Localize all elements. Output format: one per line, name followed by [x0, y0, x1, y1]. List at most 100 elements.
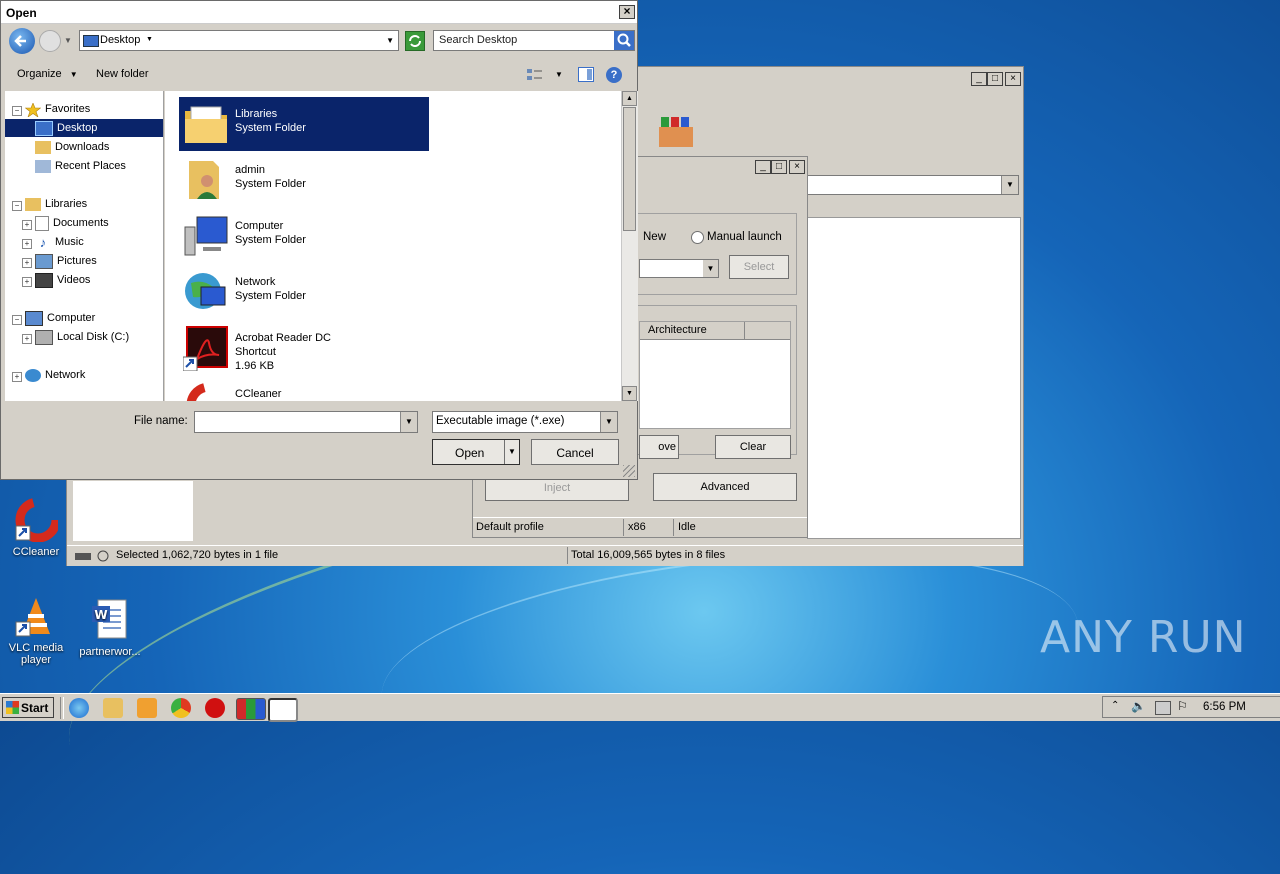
forward-button[interactable] — [39, 30, 61, 52]
expand-icon[interactable]: + — [22, 239, 32, 249]
clear-button[interactable]: Clear — [715, 435, 791, 459]
view-dropdown-icon[interactable]: ▼ — [555, 70, 563, 79]
open-dropdown-icon[interactable]: ▼ — [504, 440, 519, 464]
radio-manual-launch[interactable] — [691, 231, 704, 244]
tree-music[interactable]: ♪ Music — [35, 233, 84, 251]
start-button[interactable]: Start — [2, 697, 54, 718]
new-folder-button[interactable]: New folder — [96, 68, 149, 80]
refresh-icon[interactable] — [405, 31, 425, 51]
tree-libraries[interactable]: Libraries — [25, 195, 87, 213]
view-options-icon[interactable] — [527, 68, 543, 82]
collapse-icon[interactable]: − — [12, 106, 22, 116]
file-item-ccleaner[interactable]: CCleanerShortcut — [179, 377, 429, 401]
tree-favorites[interactable]: Favorites — [24, 100, 90, 118]
column-architecture[interactable]: Architecture — [648, 324, 707, 336]
resize-grip-icon[interactable] — [623, 465, 635, 477]
action-center-flag-icon[interactable]: ⚐ — [1177, 699, 1188, 713]
file-item-admin[interactable]: admin System Folder — [179, 153, 429, 207]
opera-icon[interactable] — [205, 698, 225, 718]
app-list-pane[interactable] — [807, 217, 1021, 539]
expand-icon[interactable]: + — [12, 372, 22, 382]
radio-manual-label[interactable]: Manual launch — [707, 231, 782, 243]
close-button[interactable]: × — [1005, 72, 1021, 86]
desktop-icon-ccleaner[interactable]: CCleaner — [0, 497, 72, 558]
libraries-folder-icon — [183, 101, 229, 147]
process-dropdown[interactable]: ▼ — [639, 259, 719, 278]
open-button[interactable]: Open ▼ — [432, 439, 520, 465]
desktop-icon — [35, 120, 53, 136]
select-button[interactable]: Select — [729, 255, 789, 279]
maximize-button[interactable]: □ — [987, 72, 1003, 86]
tree-desktop[interactable]: Desktop — [5, 119, 163, 137]
history-dropdown-icon[interactable]: ▼ — [64, 36, 72, 45]
file-type-filter[interactable]: Executable image (*.exe) ▼ — [432, 411, 618, 433]
media-player-icon[interactable] — [137, 698, 157, 718]
expand-icon[interactable]: + — [22, 334, 32, 344]
tree-local-disk[interactable]: Local Disk (C:) — [35, 328, 129, 346]
expand-icon[interactable]: + — [22, 258, 32, 268]
file-list[interactable]: Libraries System Folder admin System Folde… — [165, 91, 623, 401]
active-app-icon[interactable] — [268, 698, 298, 722]
file-item-network[interactable]: Network System Folder — [179, 265, 429, 319]
cancel-button[interactable]: Cancel — [531, 439, 619, 465]
filter-dropdown-icon[interactable]: ▼ — [600, 412, 617, 432]
tree-downloads[interactable]: Downloads — [35, 138, 109, 156]
file-explorer-icon[interactable] — [103, 698, 123, 718]
tree-computer[interactable]: Computer — [25, 309, 95, 327]
preview-pane-icon[interactable] — [578, 67, 594, 82]
tree-documents[interactable]: Documents — [35, 214, 109, 232]
status-arch: x86 — [628, 521, 646, 533]
filename-input[interactable]: ▼ — [194, 411, 418, 433]
filename-dropdown-icon[interactable]: ▼ — [400, 412, 417, 432]
breadcrumb-arrow-icon[interactable]: ▼ — [146, 36, 153, 43]
expand-icon[interactable]: + — [22, 220, 32, 230]
tree-pictures[interactable]: Pictures — [35, 252, 97, 270]
internet-explorer-icon[interactable] — [69, 698, 89, 718]
dialog-titlebar[interactable]: Open × — [1, 1, 637, 24]
navigation-pane[interactable]: − Favorites Desktop Downloads Recent Pla… — [5, 91, 164, 401]
help-icon[interactable]: ? — [606, 67, 622, 83]
app-toolbar-icon[interactable] — [657, 115, 695, 149]
network-tray-icon[interactable] — [1155, 701, 1171, 715]
remove-button[interactable]: ove — [639, 435, 679, 459]
advanced-button[interactable]: Advanced — [653, 473, 797, 501]
file-item-acrobat[interactable]: Acrobat Reader DC Shortcut 1.96 KB — [179, 321, 429, 375]
volume-icon[interactable]: 🔈 — [1131, 699, 1146, 713]
scroll-down-arrow-icon[interactable]: ▼ — [622, 386, 637, 401]
minimize-button[interactable]: _ — [755, 160, 771, 174]
tree-recent-places[interactable]: Recent Places — [35, 157, 126, 175]
file-list-scrollbar[interactable]: ▲ ▼ — [621, 91, 638, 401]
desktop-icon-vlc[interactable]: VLC media player — [0, 594, 72, 666]
minimize-button[interactable]: _ — [971, 72, 987, 86]
app-dropdown[interactable]: ▼ — [807, 175, 1019, 195]
file-item-computer[interactable]: Computer System Folder — [179, 209, 429, 263]
close-button[interactable]: × — [789, 160, 805, 174]
back-button[interactable] — [9, 28, 35, 54]
system-tray: ⌃ 🔈 ⚐ 6:56 PM — [1102, 696, 1280, 718]
radio-new-label[interactable]: New — [643, 231, 666, 243]
user-folder-icon — [183, 157, 229, 203]
organize-button[interactable]: Organize ▼ — [17, 68, 78, 80]
chrome-icon[interactable] — [171, 698, 191, 718]
winrar-icon[interactable] — [236, 698, 266, 720]
address-location[interactable]: Desktop — [100, 34, 140, 46]
collapse-icon[interactable]: − — [12, 315, 22, 325]
organize-label: Organize — [17, 68, 62, 80]
scroll-thumb[interactable] — [623, 107, 636, 231]
clock[interactable]: 6:56 PM — [1203, 701, 1246, 713]
close-button[interactable]: × — [619, 5, 635, 19]
show-hidden-icons-icon[interactable]: ⌃ — [1111, 700, 1119, 711]
maximize-button[interactable]: □ — [771, 160, 787, 174]
tree-network[interactable]: Network — [25, 366, 85, 384]
address-dropdown-icon[interactable]: ▼ — [386, 36, 394, 45]
file-item-libraries[interactable]: Libraries System Folder — [179, 97, 429, 151]
collapse-icon[interactable]: − — [12, 201, 22, 211]
address-bar[interactable]: Desktop ▼ ▼ — [79, 30, 399, 51]
tree-videos[interactable]: Videos — [35, 271, 90, 289]
search-icon[interactable] — [614, 31, 634, 50]
scroll-up-arrow-icon[interactable]: ▲ — [622, 91, 637, 106]
module-list[interactable]: Architecture — [639, 321, 791, 429]
search-input[interactable]: Search Desktop — [433, 30, 635, 51]
desktop-icon-word-doc[interactable]: W partnerwor... — [74, 598, 146, 658]
expand-icon[interactable]: + — [22, 277, 32, 287]
